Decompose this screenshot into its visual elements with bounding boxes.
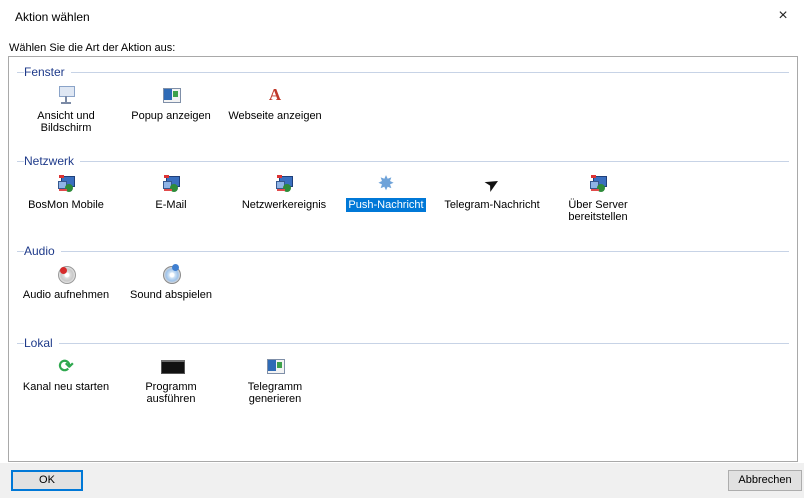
action-webseite-anzeigen[interactable]: A Webseite anzeigen bbox=[225, 85, 325, 123]
popup-window-icon bbox=[265, 356, 285, 376]
group-label: Fenster bbox=[24, 65, 71, 79]
action-telegramm-generieren[interactable]: Telegramm generieren bbox=[225, 356, 325, 406]
gear-icon: ✸ bbox=[377, 173, 395, 195]
action-bosmon-mobile[interactable]: BosMon Mobile bbox=[16, 174, 116, 212]
close-icon[interactable]: × bbox=[770, 4, 796, 28]
action-popup-anzeigen[interactable]: Popup anzeigen bbox=[121, 85, 221, 123]
action-sound-abspielen[interactable]: Sound abspielen bbox=[121, 264, 221, 302]
action-kanal-neu-starten[interactable]: ⟳ Kanal neu starten bbox=[16, 356, 116, 394]
action-label: Telegram-Nachricht bbox=[444, 199, 540, 211]
action-label: BosMon Mobile bbox=[28, 199, 104, 211]
group-header: Netzwerk bbox=[17, 154, 789, 168]
group-divider bbox=[17, 251, 789, 252]
web-letter-a-icon: A bbox=[268, 85, 282, 104]
action-audio-aufnehmen[interactable]: Audio aufnehmen bbox=[16, 264, 116, 302]
paper-plane-icon: ➤ bbox=[480, 171, 504, 197]
group-divider bbox=[17, 343, 789, 344]
action-label: Kanal neu starten bbox=[22, 381, 110, 393]
projector-icon bbox=[56, 85, 76, 105]
group-header: Audio bbox=[17, 244, 789, 258]
group-label: Lokal bbox=[24, 336, 59, 350]
action-label: Push-Nachricht bbox=[346, 198, 426, 212]
action-label: Telegramm generieren bbox=[247, 381, 303, 405]
action-programm-ausfuehren[interactable]: Programm ausführen bbox=[121, 356, 221, 406]
window-title: Aktion wählen bbox=[15, 10, 90, 24]
instruction-text: Wählen Sie die Art der Aktion aus: bbox=[9, 42, 176, 54]
group-header: Lokal bbox=[17, 336, 789, 350]
group-divider bbox=[17, 72, 789, 73]
action-label: Ansicht und Bildschirm bbox=[37, 110, 95, 134]
network-computer-icon bbox=[274, 174, 294, 194]
group-label: Audio bbox=[24, 244, 61, 258]
ok-button[interactable]: OK bbox=[11, 470, 83, 491]
group-label: Netzwerk bbox=[24, 154, 81, 168]
action-label: Programm ausführen bbox=[145, 381, 197, 405]
network-computer-icon bbox=[588, 174, 608, 194]
play-disc-icon bbox=[161, 264, 181, 284]
action-label: Webseite anzeigen bbox=[228, 110, 322, 122]
action-e-mail[interactable]: E-Mail bbox=[121, 174, 221, 212]
action-label: Über Server bereitstellen bbox=[568, 199, 628, 223]
refresh-icon: ⟳ bbox=[58, 356, 74, 376]
network-computer-icon bbox=[161, 174, 181, 194]
dialog-footer: OK Abbrechen bbox=[0, 463, 804, 498]
group-header: Fenster bbox=[17, 65, 789, 79]
title-bar: Aktion wählen × bbox=[0, 0, 804, 34]
cancel-button[interactable]: Abbrechen bbox=[728, 470, 802, 491]
record-disc-icon bbox=[56, 264, 76, 284]
action-telegram-nachricht[interactable]: ➤ Telegram-Nachricht bbox=[442, 172, 542, 212]
action-label: Audio aufnehmen bbox=[22, 289, 110, 301]
action-ansicht-und-bildschirm[interactable]: Ansicht und Bildschirm bbox=[16, 85, 116, 135]
action-label: Netzwerkereignis bbox=[241, 199, 327, 211]
action-list-panel: Fenster Ansicht und Bildschirm Popup anze… bbox=[8, 56, 798, 462]
popup-window-icon bbox=[161, 85, 181, 105]
action-label: Sound abspielen bbox=[130, 289, 212, 301]
action-label: E-Mail bbox=[155, 199, 187, 211]
group-divider bbox=[17, 161, 789, 162]
action-push-nachricht[interactable]: ✸ Push-Nachricht bbox=[336, 174, 436, 212]
action-label: Popup anzeigen bbox=[131, 110, 211, 122]
network-computer-icon bbox=[56, 174, 76, 194]
action-ueber-server-bereitstellen[interactable]: Über Server bereitstellen bbox=[548, 174, 648, 224]
action-netzwerkereignis[interactable]: Netzwerkereignis bbox=[234, 174, 334, 212]
console-icon bbox=[161, 356, 185, 376]
